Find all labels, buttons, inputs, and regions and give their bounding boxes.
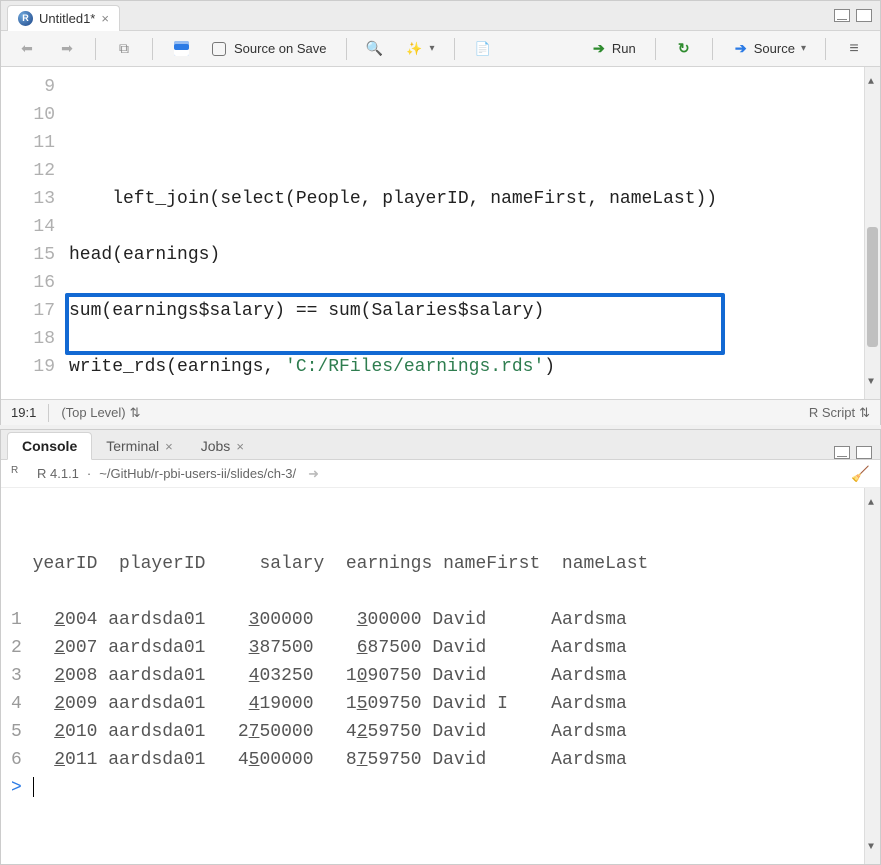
console-output[interactable]: yearID playerID salary earnings nameFirs… — [1, 488, 880, 864]
r-file-icon: R — [18, 11, 33, 26]
code-line[interactable]: sum(earnings$salary) == sum(Salaries$sal… — [69, 297, 846, 325]
tab-terminal-label: Terminal — [106, 438, 159, 454]
separator — [346, 38, 347, 60]
code-line[interactable] — [69, 381, 846, 399]
code-tools-button[interactable] — [399, 36, 442, 62]
code-line[interactable]: head(earnings) — [69, 241, 846, 269]
source-on-save-toggle[interactable]: Source on Save — [205, 37, 334, 60]
language-label: R Script — [809, 405, 855, 420]
maximize-pane-icon[interactable] — [856, 9, 872, 22]
arrow-left-icon — [18, 40, 36, 58]
source-label: Source — [754, 41, 795, 56]
arrow-right-icon — [58, 40, 76, 58]
separator — [152, 38, 153, 60]
nav-forward-button[interactable] — [51, 36, 83, 62]
save-button[interactable] — [165, 36, 197, 62]
code-editor[interactable]: 910111213141516171819 left_join(select(P… — [1, 67, 880, 399]
separator — [95, 38, 96, 60]
editor-scrollbar[interactable]: ▲ ▼ — [864, 67, 880, 399]
editor-statusbar: 19:1 (Top Level) ⇅ R Script ⇅ — [1, 399, 880, 425]
source-icon — [732, 40, 750, 58]
dot: · — [87, 466, 91, 481]
tab-jobs-label: Jobs — [201, 438, 231, 454]
separator — [48, 404, 49, 422]
editor-pane: R Untitled1* × Source on Save Run — [0, 0, 881, 425]
maximize-pane-icon[interactable] — [856, 446, 872, 459]
code-line[interactable] — [69, 325, 846, 353]
code-content[interactable]: left_join(select(People, playerID, nameF… — [69, 67, 864, 399]
magnify-icon — [366, 40, 384, 58]
code-line[interactable] — [69, 269, 846, 297]
scroll-up-icon[interactable]: ▲ — [868, 490, 874, 518]
scope-selector[interactable]: (Top Level) ⇅ — [61, 405, 140, 421]
line-gutter: 910111213141516171819 — [1, 67, 69, 399]
nav-back-button[interactable] — [11, 36, 43, 62]
console-scrollbar[interactable]: ▲ ▼ — [864, 488, 880, 864]
rerun-icon — [675, 40, 693, 58]
separator — [712, 38, 713, 60]
separator — [825, 38, 826, 60]
scroll-thumb[interactable] — [867, 227, 878, 347]
find-button[interactable] — [359, 36, 391, 62]
close-tab-icon[interactable]: × — [236, 439, 244, 454]
scope-label: (Top Level) — [61, 405, 125, 420]
scroll-down-icon[interactable]: ▼ — [868, 369, 874, 397]
editor-tab-title: Untitled1* — [39, 11, 95, 26]
tab-jobs[interactable]: Jobs × — [187, 433, 258, 459]
compile-report-button[interactable] — [467, 36, 499, 62]
console-pane: Console Terminal × Jobs × R R 4.1.1 · ~/… — [0, 429, 881, 865]
editor-toolbar: Source on Save Run Source — [1, 31, 880, 67]
outline-button[interactable] — [838, 36, 870, 62]
run-icon — [590, 40, 608, 58]
scroll-down-icon[interactable]: ▼ — [868, 834, 874, 862]
r-logo-icon: R — [11, 465, 29, 483]
outline-icon — [845, 40, 863, 58]
separator — [655, 38, 656, 60]
working-directory[interactable]: ~/GitHub/r-pbi-users-ii/slides/ch-3/ — [99, 466, 296, 481]
checkbox-icon — [212, 42, 226, 56]
code-line[interactable]: write_rds(earnings, 'C:/RFiles/earnings.… — [69, 353, 846, 381]
save-icon — [172, 40, 190, 58]
minimize-pane-icon[interactable] — [834, 9, 850, 22]
wand-icon — [406, 40, 424, 58]
console-info: R R 4.1.1 · ~/GitHub/r-pbi-users-ii/slid… — [1, 460, 880, 488]
close-tab-icon[interactable]: × — [165, 439, 173, 454]
goto-dir-icon[interactable] — [304, 466, 319, 482]
updown-icon: ⇅ — [859, 405, 870, 421]
source-button[interactable]: Source — [725, 36, 813, 62]
code-line[interactable] — [69, 213, 846, 241]
run-label: Run — [612, 41, 636, 56]
rerun-button[interactable] — [668, 36, 700, 62]
close-tab-icon[interactable]: × — [101, 11, 109, 26]
scroll-up-icon[interactable]: ▲ — [868, 69, 874, 97]
updown-icon: ⇅ — [130, 405, 141, 421]
minimize-pane-icon[interactable] — [834, 446, 850, 459]
run-button[interactable]: Run — [583, 36, 643, 62]
source-on-save-label: Source on Save — [234, 41, 327, 56]
r-version: R 4.1.1 — [37, 466, 79, 481]
clear-console-icon[interactable]: 🧹 — [851, 465, 870, 483]
notebook-icon — [474, 40, 492, 58]
console-tabbar: Console Terminal × Jobs × — [1, 430, 880, 460]
tab-terminal[interactable]: Terminal × — [92, 433, 187, 459]
separator — [454, 38, 455, 60]
tab-console[interactable]: Console — [7, 432, 92, 460]
editor-tab-untitled1[interactable]: R Untitled1* × — [7, 5, 120, 31]
popout-button[interactable] — [108, 36, 140, 62]
tab-console-label: Console — [22, 438, 77, 454]
cursor-position: 19:1 — [11, 405, 36, 420]
editor-tabbar: R Untitled1* × — [1, 1, 880, 31]
code-line[interactable]: left_join(select(People, playerID, nameF… — [69, 185, 846, 213]
popout-icon — [115, 40, 133, 58]
